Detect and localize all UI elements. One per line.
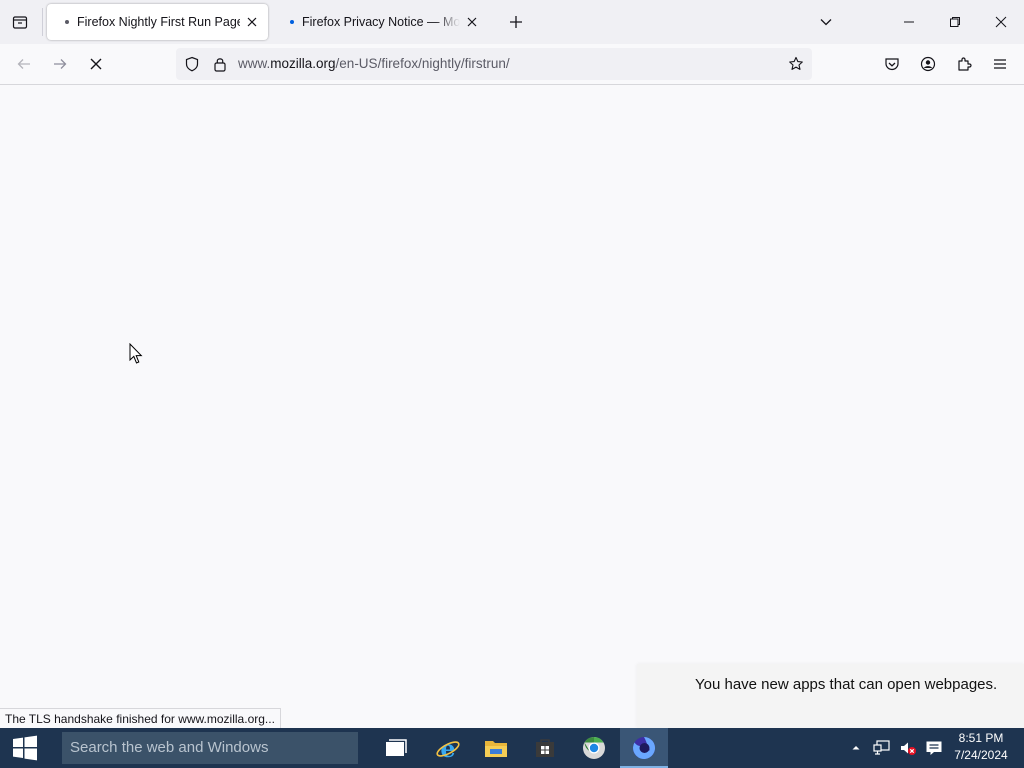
page-content [0, 85, 1024, 728]
url-text[interactable]: www.mozilla.org/en-US/firefox/nightly/fi… [238, 48, 510, 80]
chevron-down-icon[interactable] [812, 8, 840, 36]
store-icon[interactable] [521, 728, 569, 768]
url-path: /en-US/firefox/nightly/firstrun/ [335, 56, 510, 71]
file-explorer-icon[interactable] [472, 728, 520, 768]
task-view-icon[interactable] [372, 728, 420, 768]
pocket-icon[interactable] [878, 50, 906, 78]
mouse-cursor-icon [129, 343, 143, 364]
tab-separator [42, 8, 43, 36]
close-window-button[interactable] [978, 0, 1024, 44]
svg-text:e: e [440, 735, 455, 761]
tab-title: Firefox Nightly First Run Page [77, 15, 240, 29]
network-icon[interactable] [872, 738, 892, 758]
minimize-button[interactable] [886, 0, 932, 44]
status-panel: The TLS handshake finished for www.mozil… [0, 708, 281, 729]
volume-muted-icon[interactable] [898, 738, 918, 758]
shield-icon[interactable] [182, 54, 202, 74]
tab-firstrun[interactable]: Firefox Nightly First Run Page [47, 4, 268, 40]
internet-explorer-icon[interactable]: e [424, 728, 472, 768]
stop-icon[interactable] [82, 50, 110, 78]
hamburger-icon[interactable] [986, 50, 1014, 78]
notification-toast[interactable]: You have new apps that can open webpages… [637, 664, 1024, 728]
back-arrow-icon[interactable] [10, 50, 38, 78]
forward-arrow-icon[interactable] [46, 50, 74, 78]
url-host: mozilla.org [270, 56, 336, 71]
tab-title: Firefox Privacy Notice — Mozilla [302, 15, 460, 29]
restore-button[interactable] [932, 0, 978, 44]
close-icon[interactable] [460, 10, 484, 34]
taskbar: Search the web and Windows e 8:51 PM 7/2… [0, 728, 1024, 768]
lock-icon[interactable] [210, 54, 230, 74]
navigation-toolbar: www.mozilla.org/en-US/firefox/nightly/fi… [0, 44, 1024, 85]
close-icon[interactable] [240, 10, 264, 34]
star-icon[interactable] [786, 54, 806, 74]
show-hidden-icons-icon[interactable] [846, 738, 866, 758]
puzzle-icon[interactable] [950, 50, 978, 78]
url-prefix: www. [238, 56, 271, 71]
chrome-icon[interactable] [570, 728, 618, 768]
url-bar[interactable]: www.mozilla.org/en-US/firefox/nightly/fi… [176, 48, 812, 80]
firefox-nightly-icon[interactable] [620, 728, 668, 768]
action-center-icon[interactable] [924, 738, 944, 758]
tab-loading-dot [65, 20, 69, 24]
windows-start-icon[interactable] [0, 728, 50, 768]
tab-privacy-notice[interactable]: Firefox Privacy Notice — Mozilla [272, 4, 488, 40]
taskbar-clock[interactable]: 8:51 PM 7/24/2024 [948, 730, 1014, 764]
notification-text: You have new apps that can open webpages… [695, 676, 998, 693]
taskbar-search-input[interactable]: Search the web and Windows [62, 732, 358, 764]
tab-strip: Firefox Nightly First Run Page Firefox P… [0, 0, 1024, 44]
clock-time: 8:51 PM [958, 731, 1004, 745]
plus-icon[interactable] [502, 8, 530, 36]
clock-date: 7/24/2024 [954, 748, 1008, 762]
tab-loading-dot [290, 20, 294, 24]
account-icon[interactable] [914, 50, 942, 78]
tab-list-icon[interactable] [6, 8, 34, 36]
